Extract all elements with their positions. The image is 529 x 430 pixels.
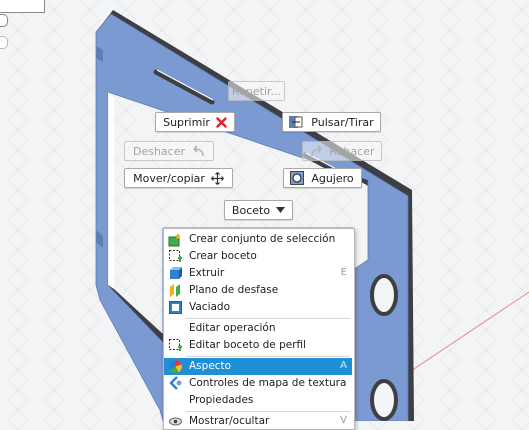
- edit-sketch-icon: [168, 338, 183, 353]
- redo-icon: [310, 145, 324, 157]
- repeat-label: Repetir...: [231, 84, 282, 98]
- menu-item-shell[interactable]: Vaciado: [164, 299, 352, 316]
- menu-separator: [186, 411, 350, 412]
- repeat-button: Repetir...: [228, 81, 285, 101]
- push-pull-label: Pulsar/Tirar: [311, 115, 374, 129]
- nav-icon[interactable]: [0, 14, 8, 27]
- hole-1: [370, 274, 398, 316]
- menu-item-appearance[interactable]: Aspecto A: [164, 358, 352, 375]
- menu-item-texture-map-controls[interactable]: Controles de mapa de textura: [164, 375, 352, 392]
- undo-label: Deshacer: [132, 144, 186, 158]
- texture-map-icon: [168, 376, 183, 391]
- undo-button: Deshacer: [124, 141, 214, 161]
- window-edge: [108, 92, 114, 289]
- push-pull-button[interactable]: Pulsar/Tirar: [282, 112, 381, 132]
- undo-icon: [191, 145, 205, 157]
- menu-item-properties[interactable]: Propiedades: [164, 392, 352, 409]
- menu-label: Editar boceto de perfil: [189, 339, 307, 351]
- sketch-dropdown-button[interactable]: Boceto: [224, 200, 293, 220]
- hole-button[interactable]: Agujero: [283, 168, 362, 188]
- menu-label: Propiedades: [189, 394, 254, 406]
- menu-item-create-selection-set[interactable]: Crear conjunto de selección: [164, 231, 352, 248]
- dropdown-arrow-icon: [276, 207, 286, 213]
- redo-label: Rehacer: [329, 144, 375, 158]
- menu-item-edit-feature[interactable]: Editar operación: [164, 320, 352, 337]
- menu-label: Crear conjunto de selección: [189, 233, 336, 245]
- push-pull-icon: [288, 114, 304, 130]
- offset-plane-icon: [168, 283, 183, 298]
- menu-separator: [186, 356, 350, 357]
- appearance-icon: [168, 359, 183, 374]
- menu-item-create-sketch[interactable]: Crear boceto: [164, 248, 352, 265]
- menu-label: Mostrar/ocultar: [189, 415, 270, 427]
- menu-label: Controles de mapa de textura: [189, 377, 347, 389]
- context-menu[interactable]: Crear conjunto de selección Crear boceto…: [163, 228, 355, 430]
- menu-label: Aspecto: [189, 360, 232, 372]
- hole-icon: [290, 171, 304, 185]
- menu-shortcut: A: [340, 360, 347, 371]
- sketch-label: Boceto: [231, 203, 271, 217]
- eye-icon: [168, 414, 183, 429]
- sketch-icon: [168, 249, 183, 264]
- move-copy-button[interactable]: Mover/copiar: [124, 168, 233, 188]
- menu-item-extrude[interactable]: Extruir E: [164, 265, 352, 282]
- menu-label: Editar operación: [189, 322, 276, 334]
- menu-label: Plano de desfase: [189, 284, 279, 296]
- delete-label: Suprimir: [163, 115, 210, 129]
- menu-shortcut: E: [340, 267, 347, 278]
- hole-2: [370, 379, 398, 421]
- menu-label: Crear boceto: [189, 250, 257, 262]
- canvas-viewport[interactable]: Repetir... Suprimir Pulsar/Tirar Deshace…: [0, 0, 529, 430]
- selection-set-icon: [168, 232, 183, 247]
- delete-button[interactable]: Suprimir: [155, 112, 235, 132]
- nav-icon[interactable]: [0, 36, 8, 49]
- menu-separator: [186, 318, 350, 319]
- delete-icon: [216, 116, 227, 128]
- menu-item-edit-profile-sketch[interactable]: Editar boceto de perfil: [164, 337, 352, 354]
- menu-label: Vaciado: [189, 301, 231, 313]
- move-icon: [210, 171, 224, 185]
- extrude-icon: [168, 266, 183, 281]
- viewcube-fragment[interactable]: [0, 0, 45, 13]
- redo-button: Rehacer: [302, 141, 382, 161]
- menu-label: Extruir: [189, 267, 225, 279]
- menu-item-show-hide[interactable]: Mostrar/ocultar V: [164, 413, 352, 430]
- move-copy-label: Mover/copiar: [133, 171, 205, 185]
- menu-item-offset-plane[interactable]: Plano de desfase: [164, 282, 352, 299]
- shell-icon: [168, 300, 183, 315]
- hole-label: Agujero: [311, 171, 354, 185]
